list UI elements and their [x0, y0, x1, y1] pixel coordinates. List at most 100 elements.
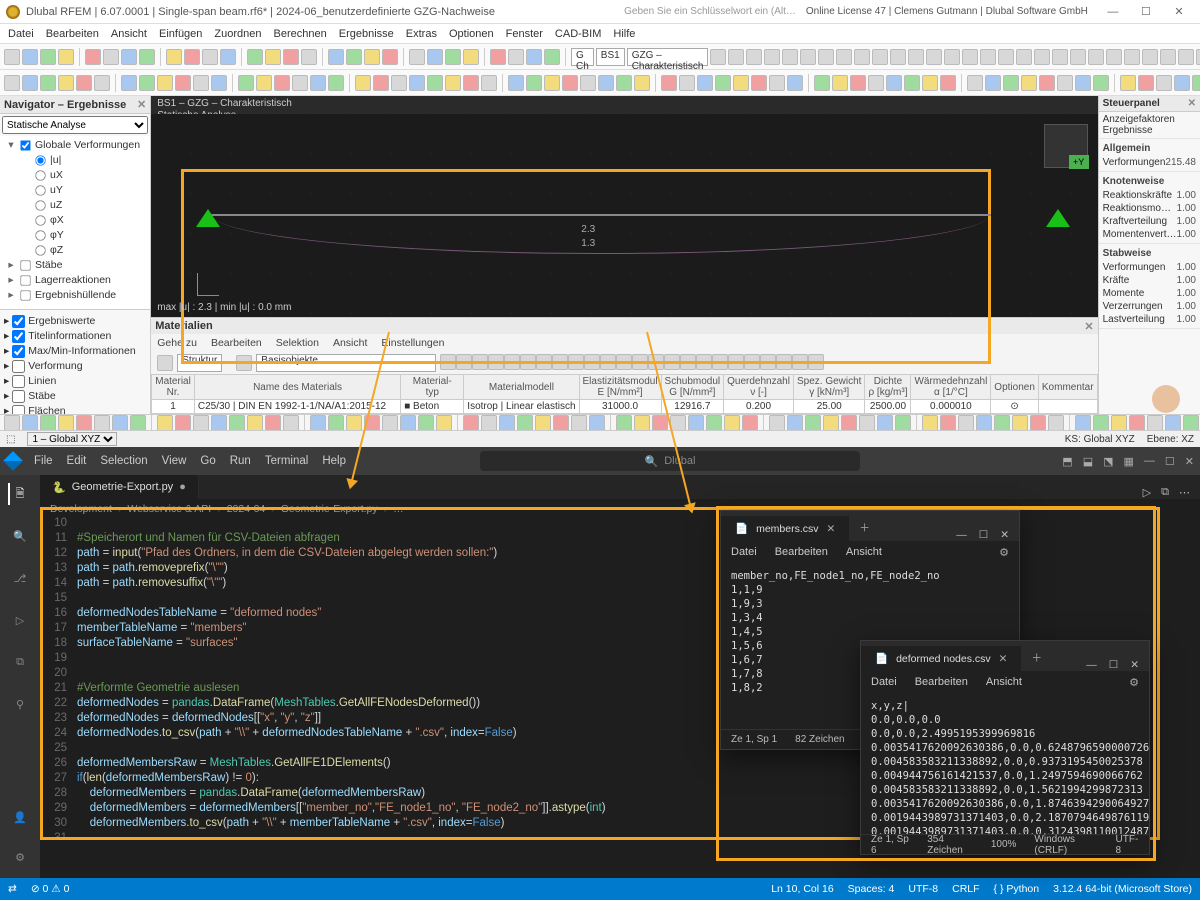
lc-left[interactable]: G Ch — [571, 48, 594, 66]
toolbar-icon[interactable] — [764, 49, 780, 65]
toolbar-icon[interactable] — [346, 415, 362, 431]
node-maxmin[interactable]: Max/Min-Informationen — [28, 344, 135, 359]
chk-maxmin[interactable] — [12, 345, 25, 358]
toolbar-icon[interactable] — [710, 49, 726, 65]
minimize-icon[interactable]: — — [1098, 6, 1128, 18]
toolbar-icon[interactable] — [661, 75, 677, 91]
toolbar-icon[interactable] — [1012, 415, 1028, 431]
toolbar-icon[interactable] — [1165, 415, 1181, 431]
members-tab-close-icon[interactable]: ✕ — [827, 523, 836, 535]
vs-menu-go[interactable]: Go — [200, 455, 215, 467]
toolbar-icon[interactable] — [746, 49, 762, 65]
toolbar-icon[interactable] — [292, 75, 308, 91]
toolbar-icon[interactable] — [706, 415, 722, 431]
members-newtab-icon[interactable]: ＋ — [849, 514, 880, 541]
toolbar-icon[interactable] — [499, 415, 515, 431]
toolbar-icon[interactable] — [589, 415, 605, 431]
status-enc[interactable]: UTF-8 — [908, 883, 938, 895]
struct-icon[interactable] — [157, 355, 173, 371]
toolbar-icon[interactable] — [58, 415, 74, 431]
chk-globale[interactable] — [20, 140, 30, 150]
toolbar-icon[interactable] — [787, 415, 803, 431]
menu-berechnen[interactable]: Berechnen — [274, 28, 327, 40]
menu-hilfe[interactable]: Hilfe — [613, 28, 635, 40]
status-eol[interactable]: CRLF — [952, 883, 979, 895]
node-uZ[interactable]: uZ — [50, 198, 62, 213]
toolbar-icon[interactable] — [1138, 75, 1154, 91]
vs-menu-file[interactable]: File — [34, 455, 53, 467]
chk-verformung[interactable] — [12, 360, 25, 373]
toolbar-icon[interactable] — [1052, 49, 1068, 65]
node-globale[interactable]: Globale Verformungen — [35, 138, 140, 153]
toolbar-icon[interactable] — [1088, 49, 1104, 65]
toolbar-icon[interactable] — [175, 415, 191, 431]
toolbar-icon[interactable] — [202, 49, 218, 65]
toolbar-icon[interactable] — [544, 49, 560, 65]
toolbar-icon[interactable] — [193, 415, 209, 431]
ctl-tab-ergebnisse[interactable]: Ergebnisse — [1103, 125, 1196, 136]
toolbar-icon[interactable] — [553, 415, 569, 431]
menu-einfügen[interactable]: Einfügen — [159, 28, 202, 40]
navigator-close-icon[interactable]: ✕ — [137, 98, 146, 111]
toolbar-icon[interactable] — [616, 415, 632, 431]
radio-φZ[interactable] — [35, 245, 45, 255]
toolbar-icon[interactable] — [382, 49, 398, 65]
toolbar-icon[interactable] — [1093, 415, 1109, 431]
toolbar-icon[interactable] — [526, 75, 542, 91]
explorer-icon[interactable]: 🗎 — [8, 483, 30, 505]
toolbar-icon[interactable] — [967, 75, 983, 91]
mini1-gear-icon[interactable]: ⚙ — [999, 546, 1009, 559]
layout-bottom-icon[interactable]: ⬓ — [1083, 455, 1093, 468]
keyword-hint[interactable]: Geben Sie ein Schlüsselwort ein (Alt… — [624, 6, 796, 17]
maximize-icon[interactable]: ☐ — [1131, 5, 1161, 18]
toolbar-icon[interactable] — [895, 415, 911, 431]
toolbar-icon[interactable] — [121, 49, 137, 65]
toolbar-icon[interactable] — [800, 49, 816, 65]
vs-close-icon[interactable]: ✕ — [1185, 455, 1194, 468]
toolbar-icon[interactable] — [751, 75, 767, 91]
toolbar-icon[interactable] — [391, 75, 407, 91]
toolbar-icon[interactable] — [926, 49, 942, 65]
toolbar-icon[interactable] — [211, 75, 227, 91]
account-icon[interactable]: 👤 — [9, 806, 31, 828]
toolbar-icon[interactable] — [103, 49, 119, 65]
nav-cube[interactable] — [1044, 124, 1088, 168]
mini2-menu-datei[interactable]: Datei — [871, 676, 897, 688]
toolbar-icon[interactable] — [1129, 415, 1145, 431]
toolbar-icon[interactable] — [274, 75, 290, 91]
toolbar-icon[interactable] — [1016, 49, 1032, 65]
defnodes-newtab-icon[interactable]: ＋ — [1021, 644, 1052, 671]
toolbar-icon[interactable] — [782, 49, 798, 65]
toolbar-icon[interactable] — [76, 75, 92, 91]
menu-extras[interactable]: Extras — [406, 28, 437, 40]
toolbar-icon[interactable] — [697, 75, 713, 91]
toolbar-icon[interactable] — [1034, 49, 1050, 65]
mini1-close-icon[interactable]: ✕ — [1000, 529, 1009, 541]
toolbar-icon[interactable] — [22, 49, 38, 65]
chk-lager[interactable] — [20, 275, 30, 285]
toolbar-icon[interactable] — [805, 415, 821, 431]
toolbar-icon[interactable] — [139, 75, 155, 91]
node-stabe[interactable]: Stäbe — [28, 389, 55, 404]
mini2-max-icon[interactable]: ☐ — [1109, 659, 1118, 671]
toolbar-icon[interactable] — [175, 75, 191, 91]
menu-datei[interactable]: Datei — [8, 28, 34, 40]
mini1-menu-datei[interactable]: Datei — [731, 546, 757, 558]
menu-fenster[interactable]: Fenster — [506, 28, 543, 40]
status-errors[interactable]: ⊘ 0 ⚠ 0 — [31, 883, 70, 895]
menu-ergebnisse[interactable]: Ergebnisse — [339, 28, 394, 40]
toolbar-icon[interactable] — [508, 75, 524, 91]
chk-huell[interactable] — [20, 290, 30, 300]
toolbar-icon[interactable] — [1003, 75, 1019, 91]
lc-combo[interactable]: GZG – Charakteristisch — [627, 48, 709, 66]
vs-menu-view[interactable]: View — [162, 455, 187, 467]
toolbar-icon[interactable] — [355, 75, 371, 91]
toolbar-icon[interactable] — [76, 415, 92, 431]
toolbar-icon[interactable] — [544, 75, 560, 91]
toolbar-icon[interactable] — [265, 49, 281, 65]
toolbar-icon[interactable] — [193, 75, 209, 91]
toolbar-icon[interactable] — [886, 75, 902, 91]
toolbar-icon[interactable] — [418, 415, 434, 431]
toolbar-icon[interactable] — [580, 75, 596, 91]
toolbar-icon[interactable] — [1030, 415, 1046, 431]
